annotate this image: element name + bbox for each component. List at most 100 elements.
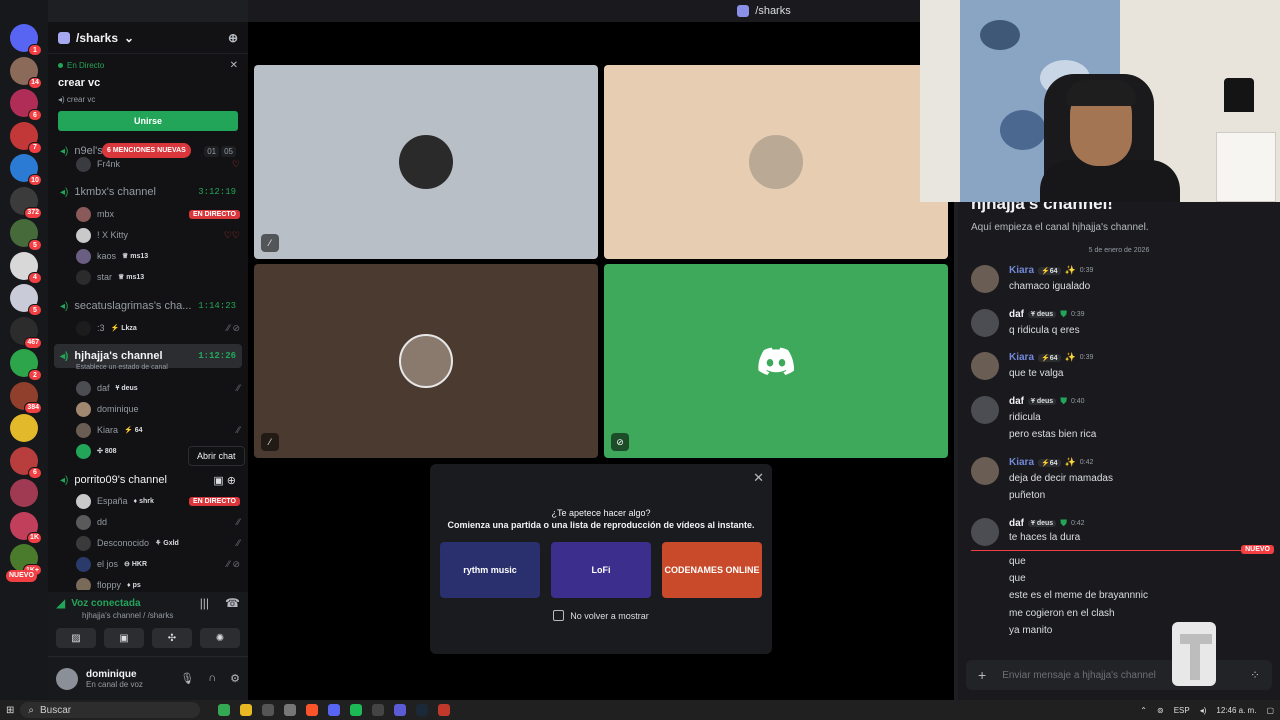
avatar[interactable]: [56, 667, 78, 690]
invite-people-icon[interactable]: ⊕: [228, 31, 238, 45]
voice-user[interactable]: dd ⁄⁄: [76, 512, 240, 532]
server-icon[interactable]: 2: [10, 349, 42, 381]
voice-user[interactable]: Kiara ⚡ 64 ⁄⁄: [76, 420, 240, 440]
server-icon[interactable]: [10, 479, 38, 507]
dont-show-again-checkbox[interactable]: [553, 610, 565, 621]
clock[interactable]: 12:46 a. m.: [1216, 706, 1256, 715]
server-icon[interactable]: 6: [10, 89, 42, 121]
discord-icon[interactable]: [328, 704, 341, 716]
video-tile[interactable]: ⁄: [254, 65, 598, 259]
server-icon[interactable]: [10, 414, 38, 442]
server-icon[interactable]: 14: [10, 56, 42, 89]
badge-icon: ✨: [1064, 265, 1076, 275]
voice-user[interactable]: floppy ♦ ps: [76, 575, 240, 590]
video-tile[interactable]: [604, 65, 948, 259]
avatar: [971, 396, 999, 424]
voice-text-chat: hjhajja's channel! Aquí empieza el canal…: [958, 194, 1280, 700]
live-event-card: En Directo ✕ crear vc ◂) crear vc Unirse: [48, 54, 248, 139]
spotify-icon[interactable]: [350, 704, 363, 716]
app-icon[interactable]: [262, 704, 275, 716]
server-icon[interactable]: 1K+: [10, 544, 42, 576]
open-chat-icon[interactable]: ▣ ⊕: [213, 474, 236, 487]
network-icon[interactable]: ⊚: [1157, 706, 1164, 715]
chat-intro: Aquí empieza el canal hjhajja's channel.: [971, 222, 1149, 233]
voice-user[interactable]: Desconocido ⚘ Gxld ⁄⁄: [76, 533, 240, 553]
speaker-icon: ◂): [60, 186, 69, 198]
gear-icon[interactable]: ⚙: [230, 672, 240, 685]
app-icon[interactable]: [284, 704, 297, 716]
voice-user[interactable]: ! X Kitty ♡♡: [76, 225, 240, 245]
chrome-icon[interactable]: [218, 704, 231, 716]
server-icon[interactable]: 467: [10, 316, 42, 349]
voice-channel-porrito09[interactable]: ◂) porrito09's channel ▣ ⊕: [54, 469, 242, 491]
avatar: [76, 227, 91, 243]
apps-icon[interactable]: ⁘: [1250, 668, 1260, 682]
server-icon[interactable]: 7: [10, 121, 42, 154]
lang-indicator[interactable]: ESP: [1174, 706, 1190, 715]
voice-user[interactable]: kaos ♕ ms13: [76, 246, 240, 266]
server-icon[interactable]: 384: [10, 381, 42, 414]
voice-user[interactable]: daf Ұ deus ⁄⁄: [76, 378, 240, 398]
headphones-icon[interactable]: ∩: [208, 672, 216, 685]
soundboard-button[interactable]: ✺: [200, 628, 240, 648]
signal-icon: ◢: [56, 596, 66, 610]
activity-card-rythm[interactable]: rythm music: [440, 542, 540, 598]
disconnect-icon[interactable]: ☎: [225, 596, 240, 610]
video-tile[interactable]: ⁄: [254, 264, 598, 458]
noise-suppression-icon[interactable]: |||: [200, 596, 209, 610]
server-icon[interactable]: 372: [10, 186, 42, 219]
server-icon[interactable]: 5: [10, 219, 42, 251]
activities-button[interactable]: ✣: [152, 628, 192, 648]
avatar: [76, 556, 91, 572]
channel-timer: 3:12:19: [198, 187, 236, 197]
server-icon[interactable]: 10: [10, 154, 42, 186]
unread-badge: 7: [28, 141, 42, 154]
voice-user[interactable]: España ♦ shrk EN DIRECTO: [76, 491, 240, 511]
steam-icon[interactable]: [416, 704, 429, 716]
voice-connected-label: Voz conectada: [71, 597, 141, 609]
close-icon[interactable]: ✕: [753, 470, 764, 486]
voice-channel-1kmbx[interactable]: ◂) 1kmbx's channel 3:12:19: [54, 181, 242, 203]
voice-channel-secatuslagrimas[interactable]: ◂) secatuslagrimas's cha... 1:14:23: [54, 295, 242, 317]
notifications-icon[interactable]: ▢: [1266, 706, 1274, 715]
voice-user[interactable]: :3 ⚡ Lkza ⁄⁄ ⊘: [76, 318, 240, 338]
voice-user[interactable]: star ♕ ms13: [76, 267, 240, 287]
activity-card-codenames[interactable]: CODENAMES ONLINE: [662, 542, 762, 598]
discord-logo-icon: [758, 347, 794, 375]
windows-start-icon[interactable]: ⊞: [6, 705, 14, 716]
app-icon[interactable]: [372, 704, 385, 716]
app-icon[interactable]: [438, 704, 451, 716]
join-button[interactable]: Unirse: [58, 111, 238, 131]
user-tag: ⊖ HKR: [124, 561, 147, 568]
server-icon[interactable]: 1K: [10, 511, 42, 544]
microphone-icon[interactable]: 🎙︎: [180, 672, 194, 685]
server-icon[interactable]: 6: [10, 446, 42, 479]
tray-chevron-icon[interactable]: ⌃: [1140, 706, 1147, 715]
camera-button[interactable]: ▨: [56, 628, 96, 648]
taskbar-search[interactable]: ⌕ Buscar: [20, 702, 201, 718]
message-composer[interactable]: + Enviar mensaje a hjhajja's channel ⁘: [966, 660, 1272, 690]
guild-header[interactable]: /sharks ⌄ ⊕: [48, 22, 248, 54]
server-icon[interactable]: 5: [10, 284, 42, 316]
close-icon[interactable]: ✕: [230, 60, 238, 71]
file-explorer-icon[interactable]: [240, 704, 253, 716]
voice-user[interactable]: Fr4nk ♡: [76, 154, 240, 174]
voice-user[interactable]: dominique: [76, 399, 240, 419]
channel-status-hint[interactable]: Establece un estado de canal: [76, 364, 168, 371]
webcam-lamp: [1224, 78, 1254, 112]
voice-user[interactable]: el jos ⊖ HKR ⁄⁄ ⊘: [76, 554, 240, 574]
volume-icon[interactable]: ◂): [1200, 706, 1207, 715]
activity-card-lofi[interactable]: LoFi: [551, 542, 651, 598]
screen-share-button[interactable]: ▣: [104, 628, 144, 648]
app-icon[interactable]: [394, 704, 407, 716]
brave-icon[interactable]: [306, 704, 319, 716]
voice-user[interactable]: mbx EN DIRECTO: [76, 204, 240, 224]
unread-badge: 372: [24, 206, 42, 219]
plus-icon[interactable]: +: [978, 667, 986, 683]
video-tile[interactable]: ⊘: [604, 264, 948, 458]
speaker-icon: ◂): [60, 145, 69, 157]
server-icon[interactable]: 4: [10, 251, 42, 284]
avatar: [76, 514, 91, 530]
user-panel: dominique En canal de voz 🎙︎ ∩ ⚙: [48, 656, 248, 700]
server-icon[interactable]: 1: [10, 24, 42, 56]
